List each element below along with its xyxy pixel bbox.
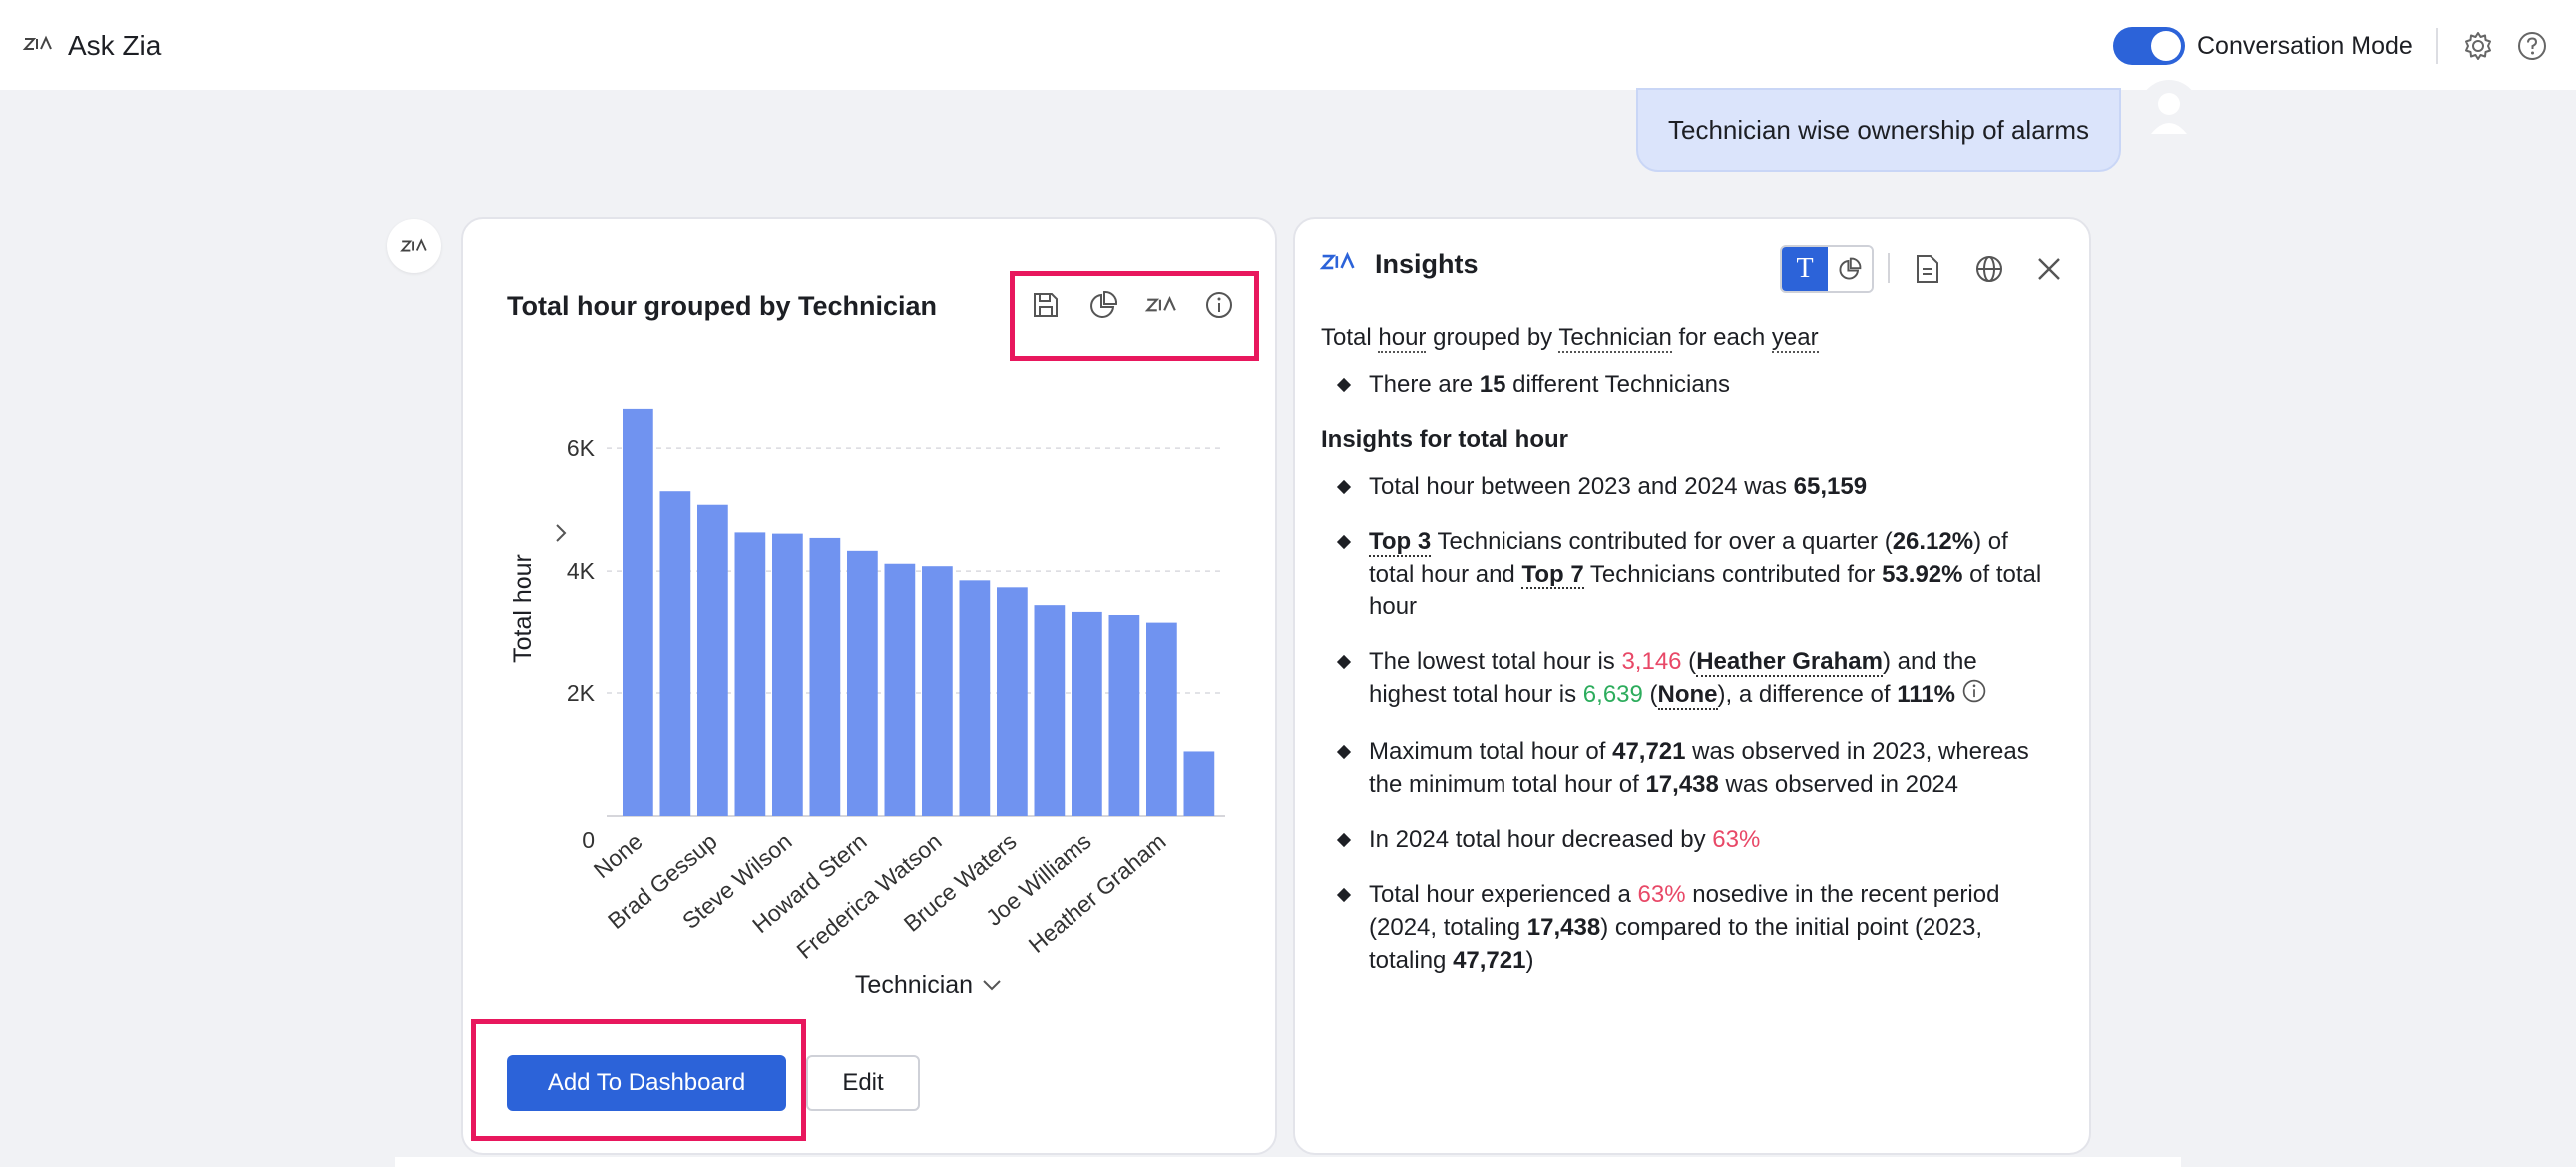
- x-axis-label: Technician: [855, 972, 973, 997]
- difference-info-icon[interactable]: [1961, 678, 1987, 713]
- insight-item: Total hour experienced a 63% nosedive in…: [1321, 878, 2059, 976]
- heather-graham-link[interactable]: Heather Graham: [1696, 648, 1883, 677]
- conversation-mode-toggle[interactable]: [2113, 27, 2185, 65]
- bar: [659, 491, 691, 816]
- x-axis-chevron-icon: [983, 980, 1001, 991]
- insight-item: Maximum total hour of 47,721 was observe…: [1321, 735, 2059, 801]
- insights-card: Insights T Total hour grouped by Technic…: [1293, 217, 2091, 1155]
- bar: [884, 563, 916, 816]
- bar: [1108, 614, 1140, 816]
- globe-icon[interactable]: [1969, 249, 2009, 289]
- next-card-edge: [395, 1157, 2181, 1167]
- none-link[interactable]: None: [1657, 681, 1718, 710]
- bar: [772, 533, 803, 816]
- chart-view-icon[interactable]: [1828, 247, 1872, 291]
- zia-logo-icon: [22, 33, 54, 60]
- insight-item: The lowest total hour is 3,146 (Heather …: [1321, 645, 2059, 713]
- count-item: There are 15 different Technicians: [1321, 368, 2059, 401]
- top-bar: Ask Zia Conversation Mode: [0, 0, 2576, 90]
- bar: [623, 408, 653, 816]
- y-tick-label: 2K: [567, 680, 596, 706]
- bar-chart: 02K4K6KNoneBrad GessupSteve WilsonHoward…: [509, 408, 1225, 997]
- count-list: There are 15 different Technicians: [1321, 368, 2059, 401]
- bar: [997, 587, 1028, 816]
- x-tick-label: None: [589, 828, 647, 883]
- insight-item: In 2024 total hour decreased by 63%: [1321, 823, 2059, 856]
- user-avatar: [2139, 80, 2199, 140]
- conversation-mode: Conversation Mode: [2113, 26, 2413, 66]
- insights-title: Insights: [1375, 249, 1479, 279]
- insights-header: Insights: [1319, 249, 1479, 280]
- view-switcher: T: [1780, 245, 1874, 293]
- bar: [1183, 751, 1215, 816]
- bar: [809, 537, 841, 816]
- insights-summary: Total hour grouped by Technician for eac…: [1321, 324, 1819, 353]
- close-icon[interactable]: [2029, 249, 2069, 289]
- bar: [697, 504, 728, 816]
- insights-body: Total hour grouped by Technician for eac…: [1321, 321, 2059, 976]
- document-icon[interactable]: [1908, 249, 1947, 289]
- insights-list: Total hour between 2023 and 2024 was 65,…: [1321, 470, 2059, 976]
- bar: [959, 580, 991, 816]
- bar: [1072, 611, 1102, 816]
- insight-item: Top 3 Technicians contributed for over a…: [1321, 525, 2059, 623]
- insights-section-title: Insights for total hour: [1321, 426, 1568, 453]
- insight-item: Total hour between 2023 and 2024 was 65,…: [1321, 470, 2059, 503]
- brand: Ask Zia: [22, 24, 161, 68]
- conversation-mode-label: Conversation Mode: [2197, 31, 2413, 60]
- y-tick-label: 0: [582, 827, 595, 853]
- zia-insights-icon: [1319, 249, 1357, 280]
- top-3-link[interactable]: Top 3: [1369, 528, 1432, 557]
- text-view-icon[interactable]: T: [1782, 247, 1828, 291]
- zia-avatar: [387, 219, 441, 273]
- gear-icon[interactable]: [2458, 26, 2498, 66]
- y-axis-chevron-icon: [556, 524, 567, 542]
- bar: [847, 550, 878, 816]
- add-to-dashboard-button[interactable]: Add To Dashboard: [507, 1055, 786, 1111]
- bar: [922, 566, 953, 816]
- insights-divider: [1888, 253, 1890, 283]
- app-title: Ask Zia: [68, 30, 162, 61]
- y-axis-label: Total hour: [509, 554, 537, 663]
- zia-avatar-icon: [400, 238, 427, 252]
- y-tick-label: 4K: [567, 558, 596, 584]
- bar: [1034, 605, 1066, 816]
- edit-button[interactable]: Edit: [806, 1055, 920, 1111]
- help-icon[interactable]: [2512, 26, 2552, 66]
- bar: [734, 532, 766, 816]
- top-divider: [2436, 28, 2438, 64]
- y-tick-label: 6K: [567, 435, 596, 461]
- x-tick-label: Heather Graham: [1024, 828, 1171, 958]
- bar: [1146, 622, 1177, 816]
- top-7-link[interactable]: Top 7: [1521, 561, 1584, 589]
- chart-card: Total hour grouped by Technician 0 2K 4K 6K…: [461, 217, 1277, 1155]
- user-message-bubble: Technician wise ownership of alarms: [1636, 88, 2121, 172]
- toggle-knob: [2151, 31, 2181, 61]
